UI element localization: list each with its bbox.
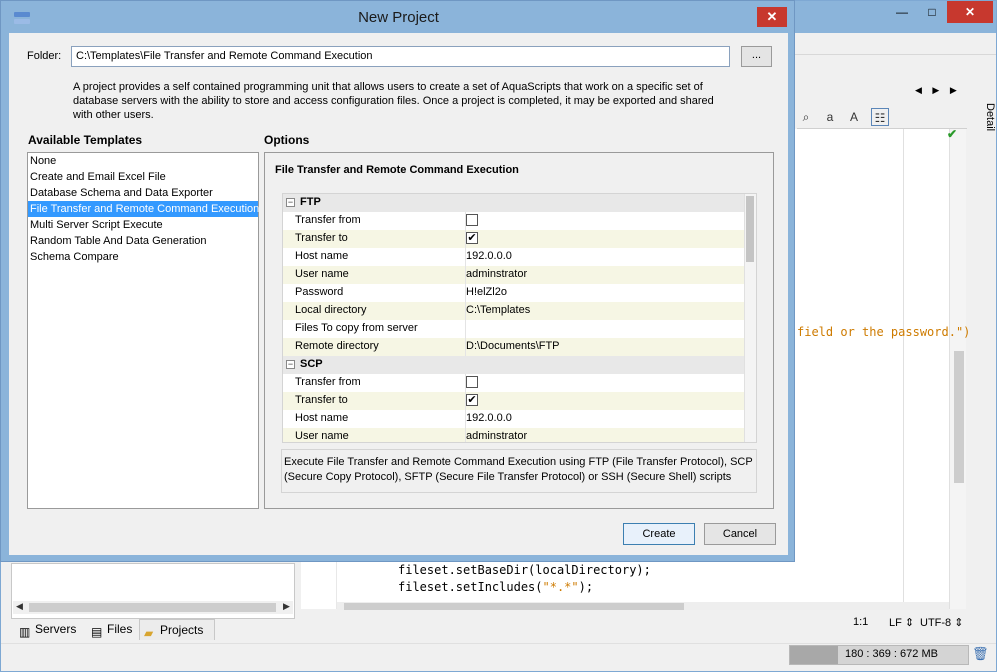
property-sheet-scrollbar[interactable] <box>746 196 754 262</box>
template-item-excel[interactable]: Create and Email Excel File <box>28 169 258 185</box>
outline-icon[interactable]: ☷ <box>871 108 889 126</box>
ftp-transfer-from-checkbox[interactable] <box>466 214 478 226</box>
property-row: Local directory C:\Templates <box>283 302 745 320</box>
dialog-title: New Project <box>358 9 439 26</box>
editor-vertical-scrollbar[interactable] <box>954 351 964 483</box>
templates-list[interactable]: None Create and Email Excel File Databas… <box>27 152 259 509</box>
find-icon[interactable]: ⌕ <box>797 108 815 126</box>
left-panel-scrollbar[interactable] <box>29 603 276 612</box>
ide-restore-button[interactable]: □ <box>917 1 947 23</box>
folder-label: Folder: <box>27 50 62 62</box>
property-row: User name adminstrator <box>283 266 745 284</box>
ide-minimize-button[interactable]: — <box>887 1 917 23</box>
scroll-left-icon[interactable]: ◀ <box>16 601 23 612</box>
property-row: Transfer to ✔ <box>283 392 745 410</box>
code-line: fileset.setBaseDir(localDirectory); <box>398 563 651 577</box>
property-group-ftp[interactable]: − FTP <box>283 194 745 212</box>
scp-transfer-to-checkbox[interactable]: ✔ <box>466 394 478 406</box>
ftp-remote-directory-value[interactable]: D:\Documents\FTP <box>465 338 745 356</box>
folder-input[interactable]: C:\Templates\File Transfer and Remote Co… <box>71 46 730 67</box>
property-row: User name adminstrator <box>283 428 745 442</box>
editor-horizontal-scrollbar[interactable] <box>344 603 684 610</box>
option-description: Execute File Transfer and Remote Command… <box>281 449 757 493</box>
property-row: Files To copy from server <box>283 320 745 338</box>
ftp-files-to-copy-value[interactable] <box>465 320 745 338</box>
files-icon: ▤ <box>91 625 103 639</box>
browse-folder-button[interactable]: ... <box>741 46 772 67</box>
tab-projects[interactable]: ▰ Projects <box>139 619 215 640</box>
editor-toolbar: ⌕ a A ☷ <box>797 105 967 129</box>
project-description: A project provides a self contained prog… <box>73 81 714 121</box>
font-decrease-icon[interactable]: A <box>845 108 863 126</box>
templates-heading: Available Templates <box>28 133 143 147</box>
editor-margin-line <box>903 129 904 609</box>
cursor-position: 1:1 <box>853 616 869 628</box>
property-row: Remote directory D:\Documents\FTP <box>283 338 745 356</box>
cancel-button[interactable]: Cancel <box>704 523 776 545</box>
property-row: Transfer to ✔ <box>283 230 745 248</box>
template-item-schema-compare[interactable]: Schema Compare <box>28 249 258 265</box>
property-row: Host name 192.0.0.0 <box>283 410 745 428</box>
property-row: Transfer from <box>283 212 745 230</box>
ftp-local-directory-value[interactable]: C:\Templates <box>465 302 745 320</box>
collapse-icon[interactable]: − <box>286 198 295 207</box>
ftp-transfer-to-checkbox[interactable]: ✔ <box>466 232 478 244</box>
scp-host-name-value[interactable]: 192.0.0.0 <box>465 410 745 428</box>
template-item-file-transfer[interactable]: File Transfer and Remote Command Executi… <box>28 201 259 217</box>
property-group-scp[interactable]: − SCP <box>283 356 745 374</box>
memory-text: 180 : 369 : 672 MB <box>845 648 938 660</box>
options-heading: Options <box>264 133 310 147</box>
editor-nav-arrows[interactable]: ◀ ▶ ▶ <box>915 85 965 101</box>
code-line: field or the password.") <box>797 325 971 339</box>
projects-icon: ▰ <box>144 626 154 640</box>
options-title: File Transfer and Remote Command Executi… <box>275 164 519 176</box>
tab-servers[interactable]: ▥ Servers <box>15 619 85 640</box>
template-item-multi-server[interactable]: Multi Server Script Execute <box>28 217 258 233</box>
template-item-none[interactable]: None <box>28 153 258 169</box>
scroll-right-icon[interactable]: ▶ <box>283 601 290 612</box>
property-row: Host name 192.0.0.0 <box>283 248 745 266</box>
collapse-icon[interactable]: − <box>286 360 295 369</box>
template-item-random-table[interactable]: Random Table And Data Generation <box>28 233 258 249</box>
scp-user-name-value[interactable]: adminstrator <box>465 428 745 442</box>
editor-line-gutter <box>301 561 337 609</box>
detail-side-tab[interactable]: Detail <box>968 97 996 177</box>
font-increase-icon[interactable]: a <box>821 108 839 126</box>
memory-used-fill <box>790 646 838 664</box>
tab-files[interactable]: ▤ Files <box>87 619 139 640</box>
servers-icon: ▥ <box>19 625 31 639</box>
template-item-schema-exporter[interactable]: Database Schema and Data Exporter <box>28 185 258 201</box>
new-project-dialog: New Project ✕ Folder: C:\Templates\File … <box>0 0 795 562</box>
ftp-host-name-value[interactable]: 192.0.0.0 <box>465 248 745 266</box>
ide-close-button[interactable]: ✕ <box>947 1 993 23</box>
code-line: fileset.setIncludes("*.*"); <box>398 580 594 594</box>
left-panel-tabs: ▥ Servers ▤ Files ▰ Projects <box>11 619 301 641</box>
ftp-password-value[interactable]: H!elZl2o <box>465 284 745 302</box>
property-row: Password H!elZl2o <box>283 284 745 302</box>
dialog-close-button[interactable]: ✕ <box>757 7 787 27</box>
scp-transfer-from-checkbox[interactable] <box>466 376 478 388</box>
property-row: Transfer from <box>283 374 745 392</box>
ftp-user-name-value[interactable]: adminstrator <box>465 266 745 284</box>
create-button[interactable]: Create <box>623 523 695 545</box>
trash-icon[interactable]: 🗑 <box>972 646 989 662</box>
line-ending-selector[interactable]: LF ⇕ <box>889 616 914 629</box>
encoding-selector[interactable]: UTF-8 ⇕ <box>920 616 963 629</box>
property-sheet[interactable]: − FTP Transfer from Transfer to ✔ Host n… <box>282 193 757 443</box>
no-errors-check-icon: ✔ <box>947 127 958 141</box>
